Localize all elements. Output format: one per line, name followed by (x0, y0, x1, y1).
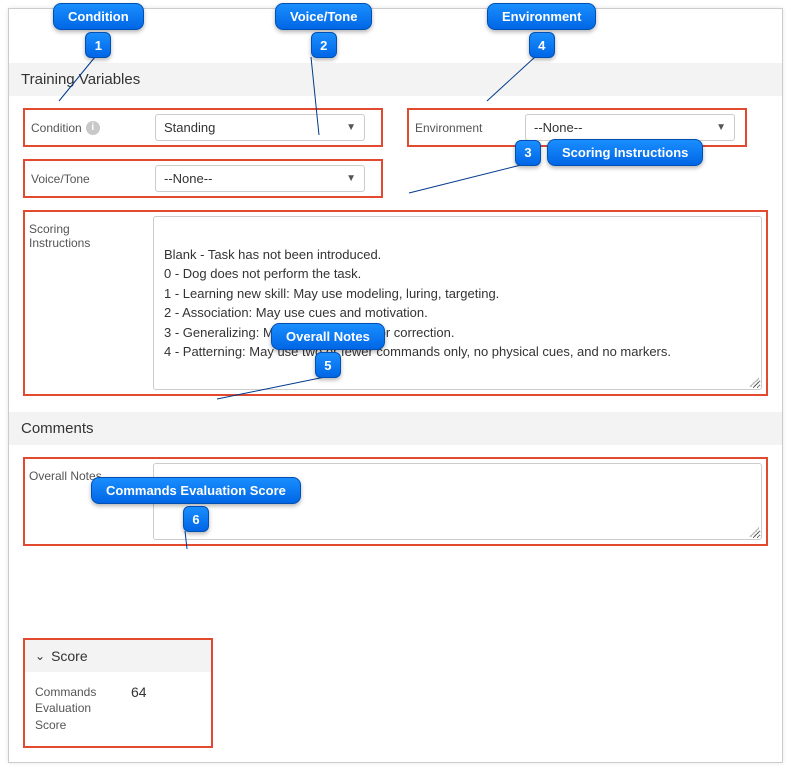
callout-label: Overall Notes (271, 323, 385, 350)
callout-number: 5 (315, 352, 341, 378)
chevron-down-icon: ⌄ (35, 649, 45, 663)
select-value: Standing (164, 120, 215, 135)
info-icon[interactable]: i (86, 121, 100, 135)
chevron-down-icon: ▼ (346, 173, 356, 184)
callout-number: 2 (311, 32, 337, 58)
callout-number: 1 (85, 32, 111, 58)
chevron-down-icon: ▼ (346, 122, 356, 133)
chevron-down-icon: ▼ (716, 122, 726, 133)
section-header-comments: Comments (9, 412, 782, 445)
callout-number: 3 (515, 140, 541, 166)
callout-label: Condition (53, 3, 144, 30)
callout-number: 4 (529, 32, 555, 58)
score-value: 64 (131, 684, 147, 700)
section-title: Training Variables (21, 71, 140, 88)
field-label-voice-tone: Voice/Tone (31, 172, 155, 186)
field-label-condition: Condition i (31, 121, 155, 135)
callout-condition: Condition 1 (53, 3, 144, 58)
scoring-instructions-textarea[interactable]: Blank - Task has not been introduced. 0 … (153, 216, 762, 390)
select-value: --None-- (534, 120, 582, 135)
field-voice-tone: Voice/Tone --None-- ▼ (23, 159, 383, 198)
score-body: Commands Evaluation Score 64 (25, 672, 211, 746)
callout-overall-notes: Overall Notes 5 (271, 323, 385, 378)
section-title: Comments (21, 420, 94, 437)
callout-voice-tone: Voice/Tone 2 (275, 3, 372, 58)
callout-scoring-instructions: 3 Scoring Instructions (515, 139, 703, 166)
voice-tone-select[interactable]: --None-- ▼ (155, 165, 365, 192)
field-condition: Condition i Standing ▼ (23, 108, 383, 147)
score-header[interactable]: ⌄ Score (25, 640, 211, 672)
callout-label: Environment (487, 3, 596, 30)
textarea-value: Blank - Task has not been introduced. 0 … (164, 247, 671, 360)
condition-select[interactable]: Standing ▼ (155, 114, 365, 141)
score-label: Commands Evaluation Score (35, 684, 113, 734)
callout-commands-eval-score: Commands Evaluation Score 6 (91, 477, 301, 532)
select-value: --None-- (164, 171, 212, 186)
field-label-scoring-instructions: Scoring Instructions (29, 216, 153, 250)
field-label-environment: Environment (415, 121, 525, 135)
field-scoring-instructions: Scoring Instructions Blank - Task has no… (23, 210, 768, 396)
resize-handle[interactable] (749, 377, 759, 387)
score-area: ⌄ Score Commands Evaluation Score 64 (9, 558, 782, 762)
form-panel: Condition 1 Voice/Tone 2 Environment 4 3… (8, 8, 783, 763)
callout-label: Scoring Instructions (547, 139, 703, 166)
callout-number: 6 (183, 506, 209, 532)
score-title: Score (51, 648, 88, 664)
environment-select[interactable]: --None-- ▼ (525, 114, 735, 141)
callout-label: Commands Evaluation Score (91, 477, 301, 504)
callout-label: Voice/Tone (275, 3, 372, 30)
callout-environment: Environment 4 (487, 3, 596, 58)
score-panel: ⌄ Score Commands Evaluation Score 64 (23, 638, 213, 748)
resize-handle[interactable] (749, 527, 759, 537)
section-header-training-variables: Training Variables (9, 63, 782, 96)
